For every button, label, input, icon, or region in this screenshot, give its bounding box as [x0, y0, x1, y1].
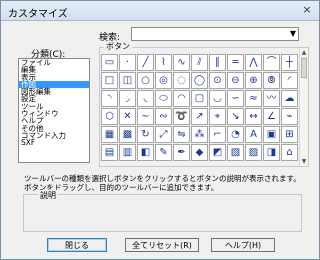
circle-3pt-icon[interactable]: ⊙	[209, 72, 226, 89]
chamfer-icon[interactable]: ◧	[137, 144, 154, 161]
wave-icon[interactable]: 〰	[263, 90, 280, 107]
pipe-icon[interactable]: ◨	[263, 144, 280, 161]
stamp-icon[interactable]: ⊞	[281, 126, 298, 143]
parallel-line-icon[interactable]: ∥	[209, 54, 226, 71]
close-button[interactable]: 閉じる	[47, 238, 107, 252]
description-label: 説明	[38, 190, 58, 201]
double-circle-icon[interactable]: ⦾	[263, 72, 280, 89]
button-grid: ▭ · ╱ ⌇ ∿ ⫽ ∥ ═ ⋀ ⌒ ┼ □ ◫ ○ ◎ ◌ ◯ ⊙ ⊖ ⊕ ⦾ ◜ ◝ ◞ ◟ ⬭ ◠ ▢ ◡ ∽ ≈ 〰 ☁ ⬡ ✕ ∼ ∾ ➰ ↗ ⌖…	[101, 54, 299, 164]
rotate-icon[interactable]: ↻	[137, 126, 154, 143]
scroll-up-icon[interactable]: ▲	[300, 48, 308, 57]
double-line-icon[interactable]: ═	[227, 54, 244, 71]
search-input[interactable]: ▼	[131, 27, 299, 41]
helix-icon[interactable]: ➰	[173, 108, 190, 125]
ring-icon[interactable]: ◯	[191, 72, 208, 89]
tangent-circle-icon[interactable]: ◌	[173, 72, 190, 89]
cylinder-icon[interactable]: ▨	[245, 144, 262, 161]
zigzag-line-icon[interactable]: ⋀	[245, 54, 262, 71]
table-icon[interactable]: ▤	[101, 144, 118, 161]
callout-icon[interactable]: ▣	[263, 126, 280, 143]
pen-icon[interactable]: ✒	[173, 144, 190, 161]
button-palette-label: ボタン	[104, 41, 132, 52]
break-line-icon[interactable]: ⌁	[281, 108, 298, 125]
bracket-icon[interactable]: ⌐	[209, 126, 226, 143]
circle-icon[interactable]: ○	[137, 72, 154, 89]
line-icon[interactable]: ╱	[137, 54, 154, 71]
scroll-down-icon[interactable]: ▼	[300, 157, 308, 166]
ellipse-arc-icon[interactable]: ◠	[173, 90, 190, 107]
angle-dim-icon[interactable]: ∠	[263, 108, 280, 125]
spline-icon[interactable]: ≈	[245, 90, 262, 107]
text-icon[interactable]: A	[245, 126, 262, 143]
arrow-line-icon[interactable]: ↗	[191, 108, 208, 125]
sine-icon[interactable]: ∾	[155, 108, 172, 125]
point-icon[interactable]: ·	[119, 54, 136, 71]
scroll-thumb[interactable]	[301, 58, 307, 78]
fillet-icon[interactable]: ◡	[209, 90, 226, 107]
circle-2pt-icon[interactable]: ⊖	[227, 72, 244, 89]
category-list[interactable]: ファイル 編集 表示 作図 図形編集 設定 ツール ウィンドウ ヘルプ その他 コマンド入力 SXF	[18, 58, 90, 163]
scale-icon[interactable]: ⤢	[155, 126, 172, 143]
box-icon[interactable]: □	[101, 72, 118, 89]
tangent-line-icon[interactable]: ⌒	[263, 54, 280, 71]
door-icon[interactable]: ⌂	[281, 144, 298, 161]
circle-center-icon[interactable]: ⊕	[245, 72, 262, 89]
polyline-icon[interactable]: ⌇	[155, 54, 172, 71]
freehand-icon[interactable]: ∿	[173, 54, 190, 71]
close-icon[interactable]: ×	[300, 4, 314, 17]
ellipse-icon[interactable]: ⬭	[155, 90, 172, 107]
rounded-box-icon[interactable]: ▢	[191, 90, 208, 107]
category-item[interactable]: SXF	[19, 139, 89, 147]
marker-icon[interactable]: ◆	[191, 144, 208, 161]
palette-scrollbar[interactable]: ▲ ▼	[299, 48, 308, 166]
title-bar: カスタマイズ ×	[1, 1, 319, 21]
hatch-icon[interactable]: ▦	[101, 126, 118, 143]
mirror-icon[interactable]: ⇋	[173, 126, 190, 143]
wave-line-icon[interactable]: ∼	[137, 108, 154, 125]
cross-icon[interactable]: ✕	[119, 108, 136, 125]
curve-icon[interactable]: ∽	[227, 90, 244, 107]
leader-icon[interactable]: ↘	[227, 108, 244, 125]
offset-line-icon[interactable]: ⫽	[191, 54, 208, 71]
hexagon-icon[interactable]: ⬡	[101, 108, 118, 125]
cube-icon[interactable]: ▧	[227, 144, 244, 161]
window-title: カスタマイズ	[8, 9, 68, 20]
chevron-down-icon[interactable]: ▼	[290, 29, 296, 39]
concentric-circle-icon[interactable]: ◎	[155, 72, 172, 89]
description-box: 説明	[23, 190, 302, 232]
help-button[interactable]: ヘルプ(H)	[211, 238, 275, 252]
diagonal-box-icon[interactable]: ◫	[119, 72, 136, 89]
arc-3pt-icon[interactable]: ◝	[101, 90, 118, 107]
arc-tangent-icon[interactable]: ◟	[137, 90, 154, 107]
center-mark-icon[interactable]: ⌖	[209, 108, 226, 125]
box-3d-icon[interactable]: ◩	[209, 144, 226, 161]
frame-icon[interactable]: ▥	[119, 144, 136, 161]
rectangle-icon[interactable]: ▭	[101, 54, 118, 71]
array-icon[interactable]: ⁂	[191, 126, 208, 143]
arc-icon[interactable]: ◜	[281, 72, 298, 89]
pencil-icon[interactable]: ✎	[155, 144, 172, 161]
dimension-icon[interactable]: ↔	[245, 108, 262, 125]
grid-icon[interactable]: ▩	[119, 126, 136, 143]
arc-center-icon[interactable]: ◞	[119, 90, 136, 107]
cloud-icon[interactable]: ☁	[281, 90, 298, 107]
reset-all-button[interactable]: 全てリセット(R)	[125, 238, 199, 252]
customize-dialog: カスタマイズ × 検索: ▼ 分類(C): ファイル 編集 表示 作図 図形編集 設定 ツー…	[0, 0, 320, 260]
construction-line-icon[interactable]: ┼	[281, 54, 298, 71]
button-palette: ボタン ▭ · ╱ ⌇ ∿ ⫽ ∥ ═ ⋀ ⌒ ┼ □ ◫ ○ ◎ ◌ ◯ ⊙ ⊖ ⊕ ⦾ ◜ ◝ ◞ ◟ ⬭ ◠ ▢ ◡ ∽ ≈ 〰 ☁ ⬡ ✕ ∼…	[99, 41, 309, 167]
bubble-icon[interactable]: ◔	[227, 126, 244, 143]
